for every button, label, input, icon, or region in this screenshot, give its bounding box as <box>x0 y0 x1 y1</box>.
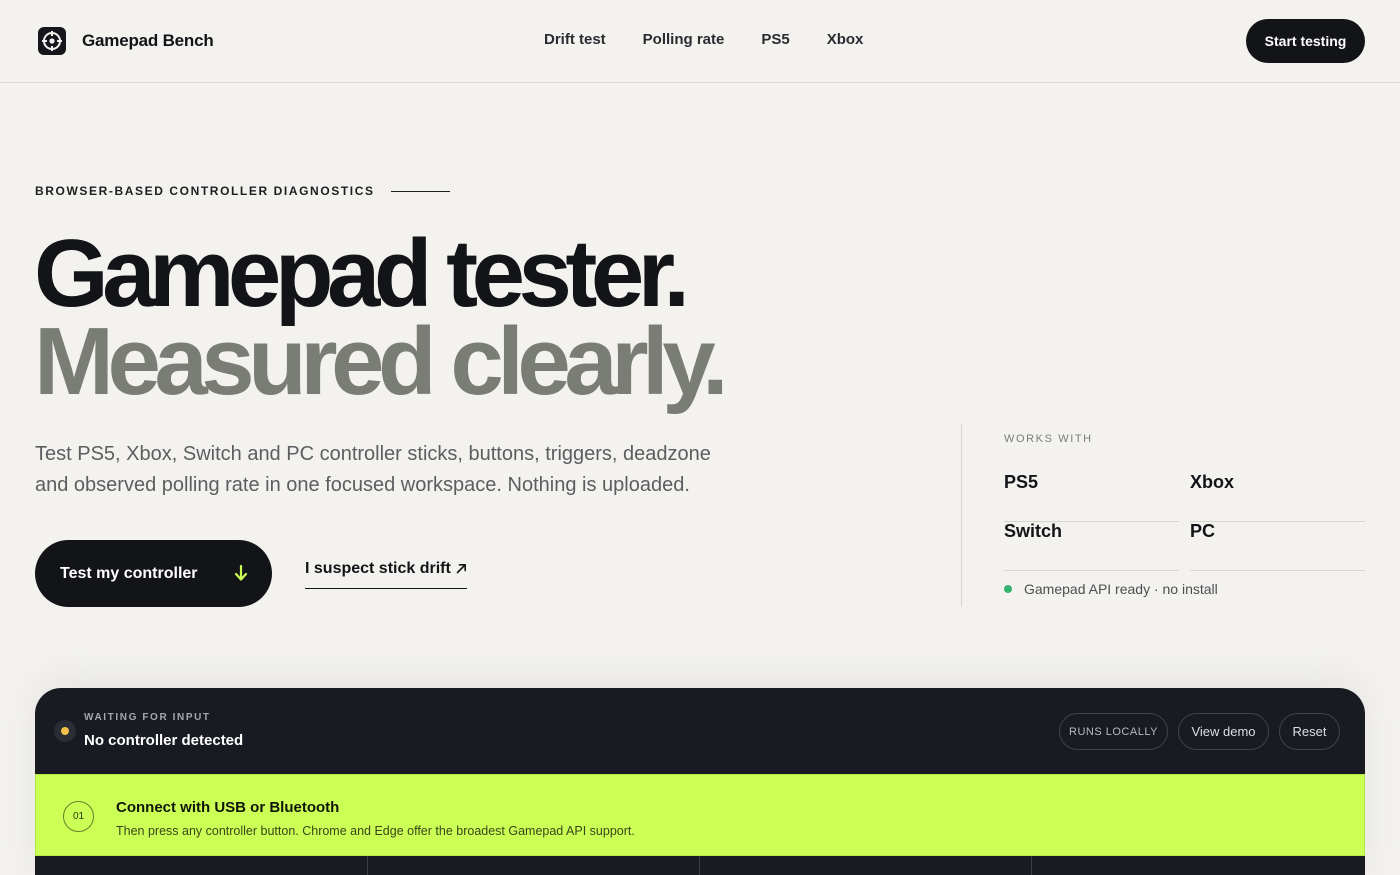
reset-button[interactable]: Reset <box>1279 713 1340 750</box>
brand[interactable]: Gamepad Bench <box>38 27 214 55</box>
api-status-text: Gamepad API ready · no install <box>1024 581 1218 597</box>
view-demo-button[interactable]: View demo <box>1178 713 1269 750</box>
state-eyebrow: WAITING FOR INPUT <box>84 712 211 723</box>
site-header: Gamepad Bench Drift test Polling rate PS… <box>0 0 1400 83</box>
connect-step: 01 Connect with USB or Bluetooth Then pr… <box>35 774 1365 856</box>
waiting-indicator-icon <box>54 720 76 742</box>
works-with-panel: WORKS WITH PS5 Xbox Switch PC Gamepad AP… <box>961 424 1365 607</box>
status-dot-icon <box>1004 585 1012 593</box>
eyebrow-text: BROWSER-BASED CONTROLLER DIAGNOSTICS <box>35 184 375 198</box>
runs-locally-badge: RUNS LOCALLY <box>1059 713 1168 750</box>
hero-title: Gamepad tester. Measured clearly. <box>34 220 729 415</box>
eyebrow-divider <box>390 190 450 192</box>
test-my-controller-button[interactable]: Test my controller <box>35 540 272 607</box>
connect-title: Connect with USB or Bluetooth <box>116 799 340 816</box>
brand-name: Gamepad Bench <box>82 31 214 50</box>
arrow-up-right-icon <box>456 563 466 574</box>
step-number: 01 <box>63 801 94 832</box>
test-my-controller-label: Test my controller <box>60 564 198 582</box>
connect-subtitle: Then press any controller button. Chrome… <box>116 824 635 838</box>
state-title: No controller detected <box>84 732 244 749</box>
platform-switch: Switch <box>1004 521 1179 571</box>
platform-ps5: PS5 <box>1004 472 1179 522</box>
works-with-label: WORKS WITH <box>1004 433 1093 445</box>
stick-drift-link[interactable]: I suspect stick drift <box>305 560 467 589</box>
stick-drift-label: I suspect stick drift <box>305 560 451 577</box>
column-divider <box>1031 856 1032 875</box>
nav-link-ps5[interactable]: PS5 <box>761 31 789 48</box>
main-nav: Drift test Polling rate PS5 Xbox <box>544 31 900 48</box>
nav-link-xbox[interactable]: Xbox <box>827 31 864 48</box>
waiting-dot <box>61 727 69 735</box>
hero-lead: Test PS5, Xbox, Switch and PC controller… <box>35 443 711 496</box>
hero-title-line-1: Gamepad tester. <box>34 220 690 327</box>
column-divider <box>699 856 700 875</box>
hero-title-line-2: Measured clearly. <box>34 308 729 415</box>
tester-panel: WAITING FOR INPUT No controller detected… <box>35 688 1365 875</box>
platform-xbox: Xbox <box>1190 472 1365 522</box>
start-testing-button[interactable]: Start testing <box>1246 19 1365 63</box>
platform-pc: PC <box>1190 521 1365 571</box>
crosshair-logo-icon <box>38 27 66 55</box>
nav-link-polling-rate[interactable]: Polling rate <box>643 31 725 48</box>
nav-link-drift-test[interactable]: Drift test <box>544 31 606 48</box>
column-divider <box>367 856 368 875</box>
api-status: Gamepad API ready · no install <box>1004 581 1218 597</box>
arrow-down-icon <box>234 565 248 581</box>
hero-eyebrow: BROWSER-BASED CONTROLLER DIAGNOSTICS <box>35 184 450 198</box>
